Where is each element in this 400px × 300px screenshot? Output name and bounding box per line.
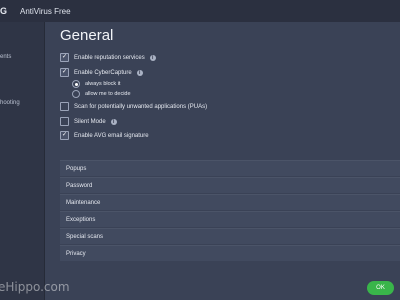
radio-dot-icon [74,82,78,86]
section-popups[interactable]: Popups [60,160,400,176]
silent-mode-checkbox[interactable] [60,117,69,126]
watermark: eHippo.com [0,280,70,294]
radio-allow-decide[interactable]: allow me to decide [72,90,131,98]
info-icon[interactable]: i [110,118,117,125]
radio-always-block-label: always block it [85,81,121,87]
sidebar-item-components[interactable]: ents [0,54,11,60]
section-special-scans[interactable]: Special scans [60,228,400,244]
info-icon[interactable]: i [149,54,156,61]
checkmark-icon: ✓ [61,132,68,138]
radio-always-block[interactable]: always block it [72,80,120,88]
reputation-services-label: Enable reputation services [74,54,145,61]
email-signature-option[interactable]: ✓ Enable AVG email signature [60,131,149,140]
cybercapture-option[interactable]: ✓ Enable CyberCapture i [60,68,143,77]
cybercapture-label: Enable CyberCapture [74,69,132,76]
app-title: AntiVirus Free [20,6,71,16]
info-icon[interactable]: i [136,69,143,76]
silent-mode-label: Silent Mode [74,118,106,125]
cybercapture-checkbox[interactable]: ✓ [60,68,69,77]
reputation-services-checkbox[interactable]: ✓ [60,53,69,62]
silent-mode-option[interactable]: Silent Mode i [60,117,117,126]
radio-allow-decide-label: allow me to decide [85,91,131,97]
reputation-services-option[interactable]: ✓ Enable reputation services i [60,53,156,62]
radio-button[interactable] [72,90,80,98]
title-bar: G AntiVirus Free [0,0,400,22]
page-title: General [60,27,114,44]
email-signature-label: Enable AVG email signature [74,132,149,139]
radio-button-selected[interactable] [72,80,80,88]
section-privacy[interactable]: Privacy [60,245,400,261]
sidebar: ents hooting [0,22,45,300]
avg-logo: G [0,6,8,16]
pua-scan-checkbox[interactable] [60,102,69,111]
pua-scan-option[interactable]: Scan for potentially unwanted applicatio… [60,102,207,111]
ok-button[interactable]: OK [367,281,394,295]
section-maintenance[interactable]: Maintenance [60,194,400,210]
settings-panel: General ✓ Enable reputation services i ✓… [45,22,400,300]
sidebar-item-troubleshooting[interactable]: hooting [0,100,20,106]
checkmark-icon: ✓ [61,54,68,60]
section-exceptions[interactable]: Exceptions [60,211,400,227]
section-password[interactable]: Password [60,177,400,193]
checkmark-icon: ✓ [61,69,68,75]
pua-scan-label: Scan for potentially unwanted applicatio… [74,103,208,110]
email-signature-checkbox[interactable]: ✓ [60,131,69,140]
